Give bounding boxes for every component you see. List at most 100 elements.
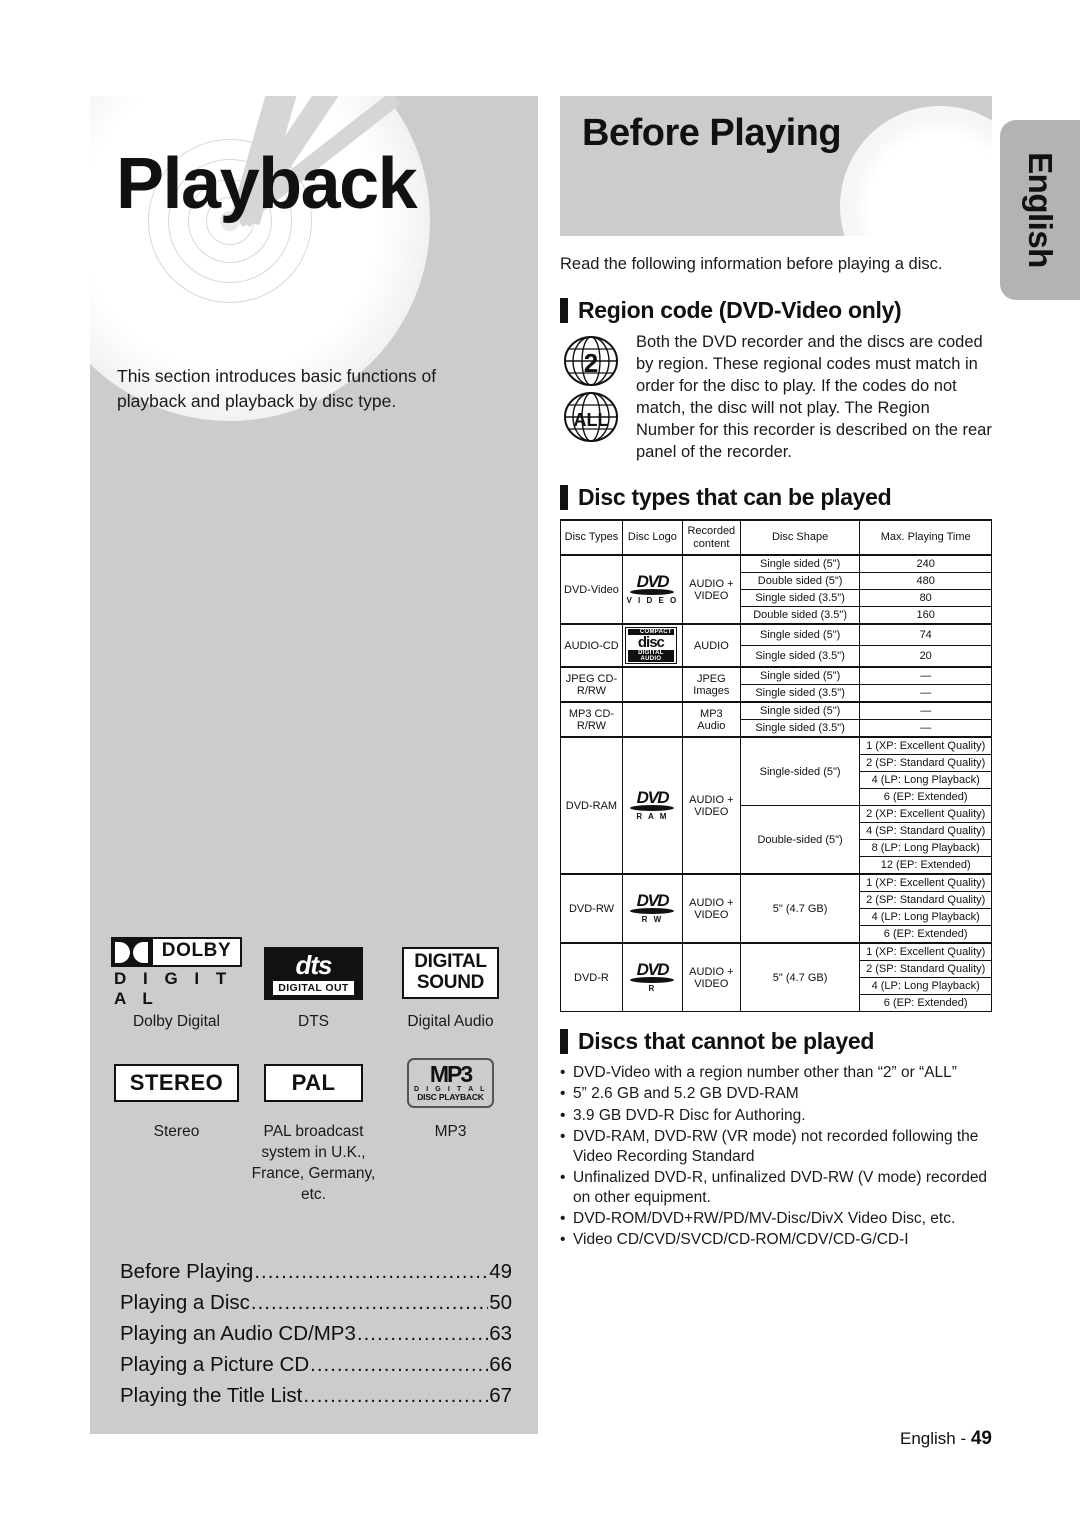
cell-max-playing-time: 6 (EP: Extended) <box>859 925 992 944</box>
heading-bar-icon <box>560 298 568 324</box>
digital-word: DIGITAL <box>414 951 487 973</box>
cell-max-playing-time: 1 (XP: Excellent Quality) <box>859 873 992 893</box>
table-row: JPEG CD-R/RW JPEG Images Single sided (5")… <box>560 666 992 703</box>
badge-dts: dts DIGITAL OUT DTS <box>245 944 382 1032</box>
region-code-heading: Region code (DVD-Video only) <box>560 297 992 324</box>
cell-max-playing-time: 4 (LP: Long Playback) <box>859 977 992 996</box>
badge-caption: Digital Audio <box>407 1013 494 1030</box>
cell-max-playing-time: 6 (EP: Extended) <box>859 788 992 807</box>
badge-pal: PAL PAL broadcast system in U.K., France… <box>245 1054 382 1205</box>
dolby-digital-word: D I G I T A L <box>114 969 233 1008</box>
cell-disc-shape: Single sided (3.5") <box>739 645 861 668</box>
column-header-max-playing-time: Max. Playing Time <box>859 519 992 556</box>
list-item: • Unfinalized DVD-R, unfinalized DVD-RW (… <box>560 1168 992 1208</box>
toc-item-page: 49 <box>489 1260 512 1283</box>
cell-max-playing-time: 160 <box>859 606 992 625</box>
cell-disc-type: DVD-R <box>560 942 623 1013</box>
disc-types-heading: Disc types that can be played <box>560 484 992 511</box>
bullet-icon: • <box>560 1231 566 1249</box>
cannot-play-heading: Discs that cannot be played <box>560 1028 992 1055</box>
cell-disc-shape: Single sided (5") <box>739 666 861 686</box>
pal-icon: PAL <box>263 1064 364 1103</box>
sound-word: SOUND <box>416 971 485 993</box>
toc-item-page: 66 <box>489 1353 512 1376</box>
cell-disc-shape: Single sided (5") <box>739 701 861 721</box>
toc-item-page: 63 <box>489 1322 512 1345</box>
toc-leader-dots: ........................................… <box>310 1353 489 1376</box>
bullet-icon: • <box>560 1064 566 1082</box>
column-header-disc-logo: Disc Logo <box>621 519 683 556</box>
dts-digital-out-word: DIGITAL OUT <box>273 980 354 995</box>
cell-max-playing-time: 80 <box>859 589 992 608</box>
table-row: DVD-Video DVD V I D E O AUDIO + VIDEO Single… <box>560 554 992 625</box>
toc-item[interactable]: Playing an Audio CD/MP3.................… <box>120 1322 512 1346</box>
dts-icon: dts DIGITAL OUT <box>264 946 363 1000</box>
svg-text:2: 2 <box>584 348 598 378</box>
column-header-recorded-content: Recorded content <box>681 519 741 556</box>
toc-item-label: Playing a Disc <box>120 1291 250 1314</box>
bullet-icon: • <box>560 1169 566 1187</box>
region-code-body: Both the DVD recorder and the discs are … <box>636 333 992 462</box>
cell-disc-shape: Single sided (3.5") <box>739 719 861 738</box>
cell-disc-shape: Single sided (5") <box>739 623 861 647</box>
list-item-text: 3.9 GB DVD-R Disc for Authoring. <box>573 1106 806 1124</box>
toc-leader-dots: ........................................… <box>254 1260 489 1283</box>
region-code-block: 2 ALL Both the DVD recorder and the disc… <box>560 332 992 464</box>
cell-max-playing-time: 4 (LP: Long Playback) <box>859 908 992 927</box>
list-item-text: Video CD/CVD/SVCD/CD-ROM/CDV/CD-G/CD-I <box>573 1231 909 1249</box>
cell-recorded-content: AUDIO + VIDEO <box>681 942 741 1013</box>
decorative-disc-icon <box>840 106 992 236</box>
language-side-tab: English <box>1000 120 1080 300</box>
cell-max-playing-time: 240 <box>859 554 992 574</box>
cell-disc-shape: Single sided (3.5") <box>739 684 861 703</box>
left-panel: Playback This section introduces basic f… <box>90 96 538 1434</box>
toc-item[interactable]: Playing the Title List..................… <box>120 1384 512 1408</box>
dvd-logo-icon: DVD R A M <box>621 736 683 875</box>
table-row: DVD-RW DVD R W AUDIO + VIDEO 5" (4.7 GB) 1 (X… <box>560 873 992 944</box>
toc-item[interactable]: Playing a Picture CD....................… <box>120 1353 512 1377</box>
cell-max-playing-time: 4 (SP: Standard Quality) <box>859 822 992 841</box>
list-item: • DVD-RAM, DVD-RW (VR mode) not recorded … <box>560 1127 992 1167</box>
badge-caption: MP3 <box>434 1123 467 1141</box>
compact-disc-logo-icon: COMPACT disc DIGITAL AUDIO <box>621 623 683 668</box>
dolby-word: DOLBY <box>161 940 232 961</box>
table-row: DVD-R DVD R AUDIO + VIDEO 5" (4.7 GB) 1 (XP: … <box>560 942 992 1013</box>
toc-item[interactable]: Playing a Disc..........................… <box>120 1291 512 1315</box>
list-item-text: DVD-ROM/DVD+RW/PD/MV-Disc/DivX Video Dis… <box>573 1210 956 1228</box>
table-of-contents: Before Playing..........................… <box>120 1260 512 1415</box>
recorded-line1: Recorded <box>687 525 736 538</box>
cell-disc-shape: Single-sided (5") <box>739 736 861 807</box>
cell-max-playing-time: 2 (SP: Standard Quality) <box>859 960 992 979</box>
column-header-disc-types: Disc Types <box>560 519 623 556</box>
list-item-text: Unfinalized DVD-R, unfinalized DVD-RW (V… <box>573 1169 988 1207</box>
toc-item-page: 50 <box>489 1291 512 1314</box>
toc-item[interactable]: Before Playing..........................… <box>120 1260 512 1284</box>
badge-row-2: STEREO Stereo PAL PAL broadcast system i… <box>108 1054 520 1205</box>
cell-disc-shape: Double sided (5") <box>739 572 861 591</box>
toc-leader-dots: ........................................… <box>250 1291 488 1314</box>
cell-disc-type: JPEG CD-R/RW <box>560 666 623 703</box>
cell-recorded-content: AUDIO + VIDEO <box>681 554 741 625</box>
cell-disc-shape: Single sided (5") <box>739 554 861 574</box>
cell-disc-shape: Single sided (3.5") <box>739 589 861 608</box>
dts-word: dts <box>295 949 332 980</box>
cell-recorded-content: JPEG Images <box>681 666 741 703</box>
cell-disc-shape: Double-sided (5") <box>739 805 861 875</box>
badge-dolby-digital: DOLBY D I G I T A L Dolby Digital <box>108 937 245 1032</box>
heading-bar-icon <box>560 1029 568 1055</box>
table-row: MP3 CD-R/RW MP3 Audio Single sided (5") — <box>560 701 992 738</box>
cell-max-playing-time: 74 <box>859 623 992 647</box>
table-row: AUDIO-CD COMPACT disc DIGITAL AUDIO AUDIO Sin… <box>560 623 992 668</box>
cell-recorded-content: MP3 Audio <box>681 701 741 738</box>
digital-sound-icon: DIGITAL SOUND <box>402 947 499 999</box>
mp3-word: MP3 <box>429 1061 473 1088</box>
empty-logo-cell <box>621 701 683 738</box>
stereo-icon: STEREO <box>113 1064 240 1103</box>
cell-max-playing-time: 12 (EP: Extended) <box>859 856 992 875</box>
intro-paragraph: This section introduces basic functions … <box>117 366 437 411</box>
footer-page-number: 49 <box>970 1428 992 1449</box>
cell-disc-type: DVD-RW <box>560 873 623 944</box>
format-badges: DOLBY D I G I T A L Dolby Digital dts DI… <box>108 937 520 1205</box>
bullet-icon: • <box>560 1085 566 1103</box>
intro-line: Read the following information before pl… <box>560 255 943 273</box>
